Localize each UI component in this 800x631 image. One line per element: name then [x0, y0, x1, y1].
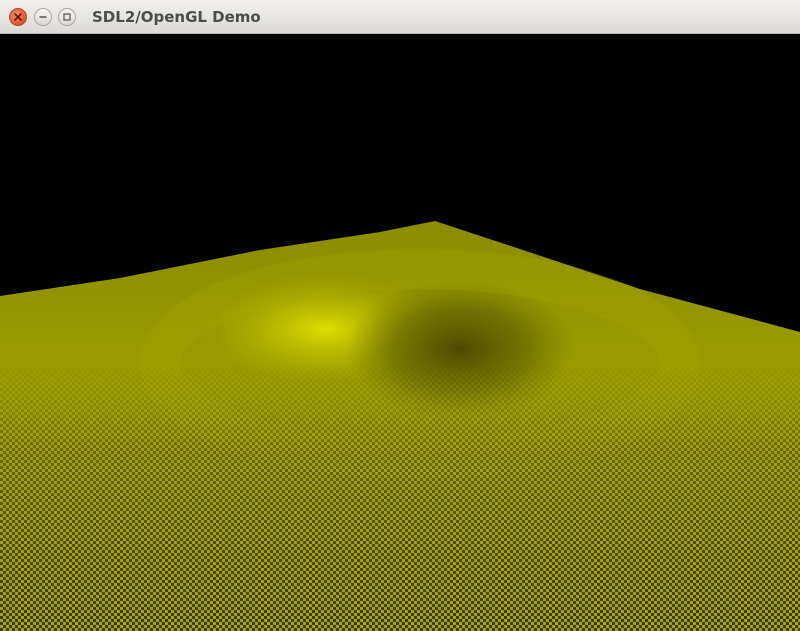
close-icon: [13, 12, 23, 22]
minimize-icon: [38, 12, 48, 22]
close-button[interactable]: [9, 8, 27, 26]
title-bar[interactable]: SDL2/OpenGL Demo: [0, 0, 800, 34]
maximize-button[interactable]: [58, 8, 76, 26]
minimize-button[interactable]: [34, 8, 52, 26]
maximize-icon: [62, 12, 72, 22]
window-title: SDL2/OpenGL Demo: [92, 8, 261, 26]
terrain-render: [0, 221, 800, 631]
foreground-aliasing-pattern: [0, 364, 800, 631]
opengl-viewport[interactable]: [0, 34, 800, 631]
app-window: SDL2/OpenGL Demo: [0, 0, 800, 631]
